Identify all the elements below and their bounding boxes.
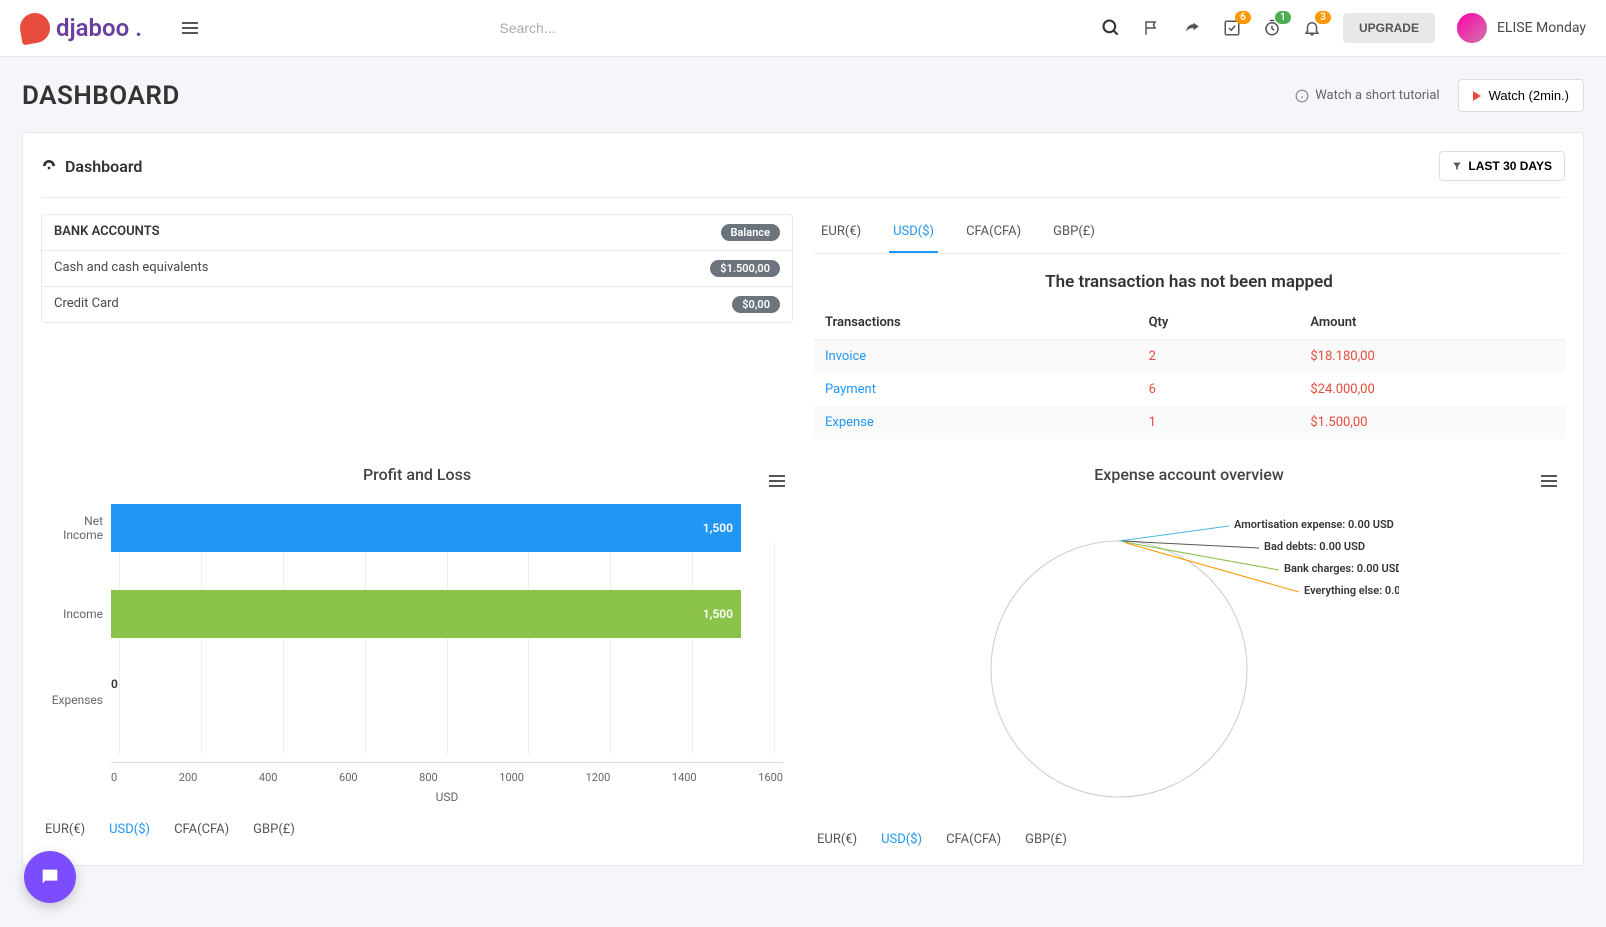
transactions-title: The transaction has not been mapped bbox=[813, 254, 1565, 306]
transaction-link[interactable]: Expense bbox=[825, 415, 874, 430]
tab-gbp[interactable]: GBP(£) bbox=[1049, 214, 1099, 253]
brand-text: djaboo bbox=[56, 14, 129, 42]
tasks-badge: 6 bbox=[1235, 11, 1251, 24]
bar-income[interactable]: 1,500 bbox=[111, 590, 741, 638]
page-title: DASHBOARD bbox=[22, 81, 180, 111]
transaction-link[interactable]: Payment bbox=[825, 382, 876, 397]
menu-toggle[interactable] bbox=[182, 22, 198, 34]
bell-icon[interactable]: 3 bbox=[1303, 19, 1321, 37]
transactions-table: Transactions Qty Amount Invoice 2 $18.18… bbox=[813, 306, 1565, 439]
transaction-row: Expense 1 $1.500,00 bbox=[813, 406, 1565, 439]
timer-icon[interactable]: 1 bbox=[1263, 19, 1281, 37]
timer-badge: 1 bbox=[1275, 11, 1291, 24]
logo-icon bbox=[18, 11, 53, 46]
pie-label: Bank charges: 0.00 USD bbox=[1284, 562, 1399, 575]
chat-fab[interactable] bbox=[24, 851, 76, 903]
currency-tabs: EUR(€) USD($) CFA(CFA) GBP(£) bbox=[813, 214, 1565, 254]
transaction-row: Invoice 2 $18.180,00 bbox=[813, 340, 1565, 373]
chart-currency-tabs: EUR(€) USD($) CFA(CFA) GBP(£) bbox=[813, 814, 1565, 847]
watch-button[interactable]: Watch (2min.) bbox=[1458, 79, 1584, 112]
date-filter-button[interactable]: LAST 30 DAYS bbox=[1439, 151, 1565, 181]
upgrade-button[interactable]: UPGRADE bbox=[1343, 13, 1435, 43]
topbar: djaboo. 6 1 3 UPGRADE ELISE Mo bbox=[0, 0, 1606, 57]
transaction-row: Payment 6 $24.000,00 bbox=[813, 373, 1565, 406]
balance-header-pill: Balance bbox=[721, 224, 780, 241]
bank-row[interactable]: Credit Card $0,00 bbox=[42, 287, 792, 322]
pie-label: Bad debts: 0.00 USD bbox=[1264, 540, 1365, 553]
search-icon[interactable] bbox=[1101, 18, 1121, 38]
filter-icon bbox=[1452, 161, 1462, 171]
pie-svg: Amortisation expense: 0.00 USD Bad debts… bbox=[979, 504, 1399, 804]
bank-accounts-table: BANK ACCOUNTS Balance Cash and cash equi… bbox=[41, 214, 793, 323]
expense-overview-chart: Expense account overview Amortisation ex… bbox=[813, 465, 1565, 847]
chart-currency-tabs: EUR(€) USD($) CFA(CFA) GBP(£) bbox=[41, 804, 793, 837]
tab-eur[interactable]: EUR(€) bbox=[817, 214, 865, 253]
search-input[interactable] bbox=[499, 20, 799, 36]
share-icon[interactable] bbox=[1183, 19, 1201, 37]
flag-icon[interactable] bbox=[1143, 19, 1161, 37]
chart-menu-icon[interactable] bbox=[1541, 465, 1557, 487]
chat-icon bbox=[39, 866, 61, 888]
transaction-link[interactable]: Invoice bbox=[825, 349, 866, 364]
pie-label: Everything else: 0.00 USD bbox=[1304, 584, 1399, 597]
user-menu[interactable]: ELISE Monday bbox=[1457, 13, 1586, 43]
profit-loss-chart: Profit and Loss Net Income 1,500 Income … bbox=[41, 465, 793, 847]
play-icon bbox=[1473, 91, 1481, 101]
tab-usd[interactable]: USD($) bbox=[889, 214, 938, 253]
gauge-icon bbox=[41, 158, 57, 174]
avatar bbox=[1457, 13, 1487, 43]
logo[interactable]: djaboo. bbox=[20, 13, 142, 43]
bank-row[interactable]: Cash and cash equivalents $1.500,00 bbox=[42, 251, 792, 287]
user-name: ELISE Monday bbox=[1497, 20, 1586, 36]
tab-cfa[interactable]: CFA(CFA) bbox=[962, 214, 1025, 253]
chart-menu-icon[interactable] bbox=[769, 465, 785, 487]
bar-net-income[interactable]: 1,500 bbox=[111, 504, 741, 552]
bank-header-label: BANK ACCOUNTS bbox=[54, 224, 160, 241]
bell-badge: 3 bbox=[1315, 11, 1331, 24]
pie-label: Amortisation expense: 0.00 USD bbox=[1234, 518, 1394, 531]
section-title: Dashboard bbox=[41, 157, 142, 176]
info-icon bbox=[1295, 89, 1309, 103]
tasks-icon[interactable]: 6 bbox=[1223, 19, 1241, 37]
hamburger-icon bbox=[182, 22, 198, 34]
tutorial-link[interactable]: Watch a short tutorial bbox=[1295, 88, 1439, 103]
